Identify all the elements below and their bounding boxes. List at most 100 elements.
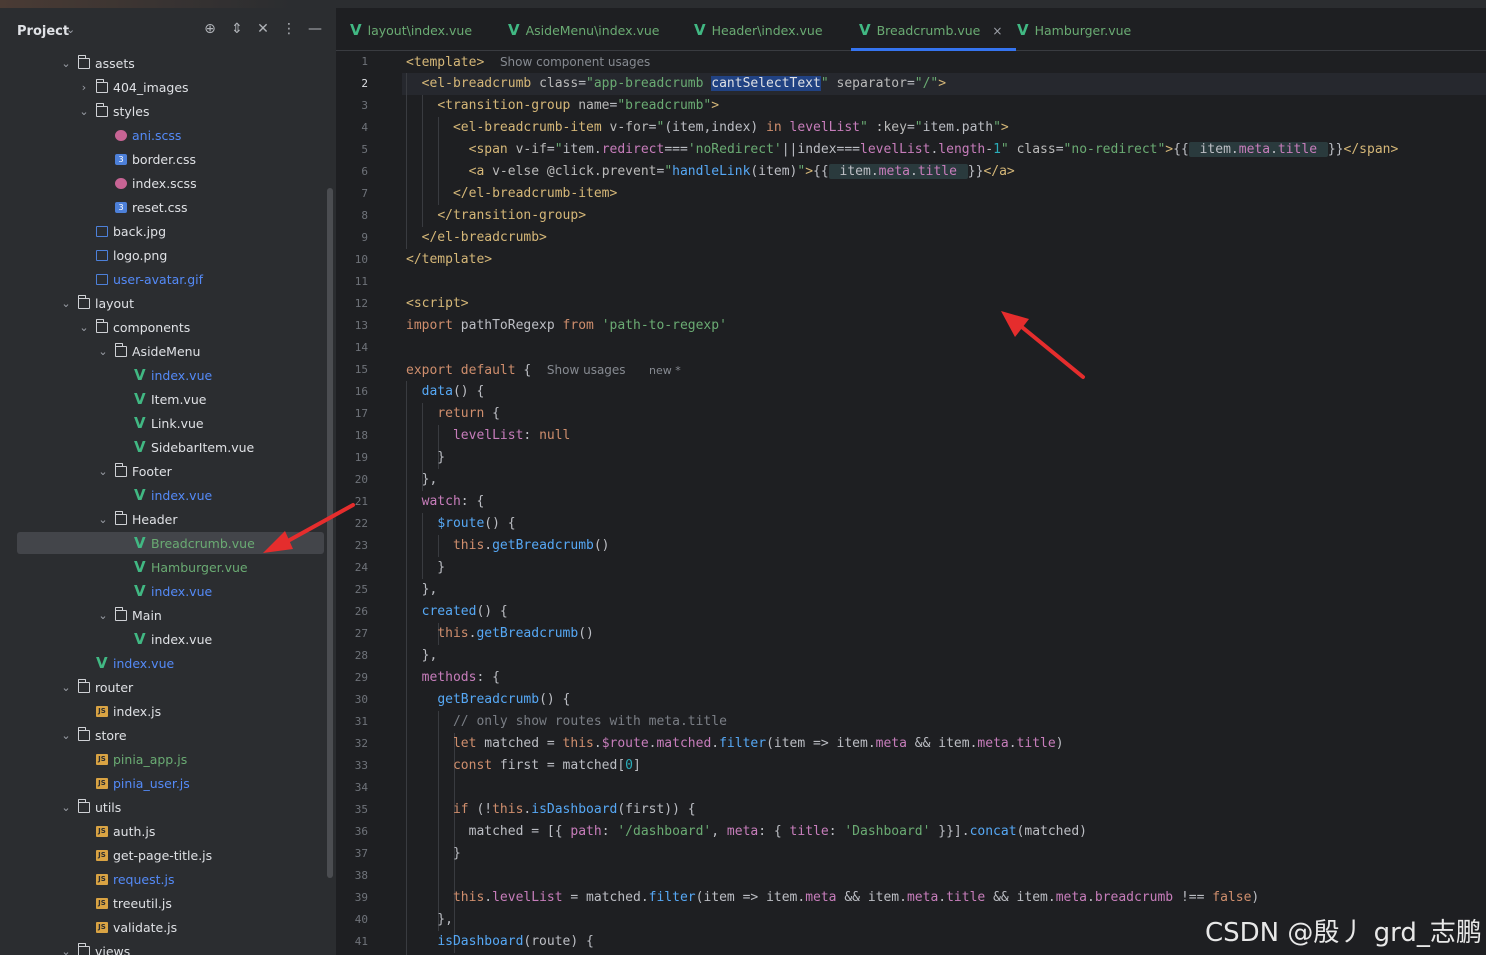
code-line-26: created() { <box>421 604 508 619</box>
chevron-down-icon[interactable]: ⌄ <box>60 724 72 748</box>
tree-item-label: 404_images <box>113 80 189 95</box>
tree-file[interactable]: V Item.vue <box>0 388 336 412</box>
tree-file[interactable]: 3 reset.css <box>0 196 336 220</box>
chevron-down-icon[interactable]: ⌄ <box>60 676 72 700</box>
code-line-16: data() { <box>421 384 485 399</box>
tree-item-label: treeutil.js <box>113 896 172 911</box>
line-number: 19 <box>354 451 368 464</box>
tree-file[interactable]: index.scss <box>0 172 336 196</box>
chevron-down-icon[interactable]: ⌄ <box>97 508 109 532</box>
tree-file[interactable]: JS validate.js <box>0 916 336 940</box>
chevron-right-icon[interactable]: › <box>78 76 90 100</box>
code-line-18: levelList: null <box>452 428 571 443</box>
tree-folder[interactable]: ⌄ utils <box>0 796 336 820</box>
tab-hamburger[interactable]: V Hamburger.vue <box>1017 8 1131 50</box>
js-file-icon: JS <box>96 850 108 861</box>
tree-folder[interactable]: ⌄ assets <box>0 52 336 76</box>
chevron-down-icon[interactable]: ⌄ <box>60 292 72 316</box>
tree-folder[interactable]: ⌄ components <box>0 316 336 340</box>
tree-folder[interactable]: ⌄ styles <box>0 100 336 124</box>
chevron-down-icon[interactable]: ⌄ <box>60 52 72 76</box>
folder-icon <box>78 943 90 955</box>
tree-file[interactable]: JS pinia_app.js <box>0 748 336 772</box>
usages-hint[interactable]: Show component usages <box>500 55 650 69</box>
tree-file[interactable]: V SidebarItem.vue <box>0 436 336 460</box>
tree-folder[interactable]: ⌄ router <box>0 676 336 700</box>
collapse-all-icon[interactable]: ✕ <box>254 20 272 38</box>
line-number: 13 <box>354 319 368 332</box>
locate-target-icon[interactable]: ⊕ <box>201 20 219 38</box>
chevron-down-icon[interactable]: ⌄ <box>66 23 75 36</box>
tree-file[interactable]: ani.scss <box>0 124 336 148</box>
code-editor[interactable]: <template> Show component usages <el-bre… <box>402 51 1486 955</box>
code-line-19: } <box>406 450 446 465</box>
tree-file[interactable]: Vindex.vue <box>0 628 336 652</box>
tab-layout-index[interactable]: Vlayout\index.vue <box>350 8 472 50</box>
close-tab-icon[interactable]: × <box>992 24 1002 38</box>
tree-file[interactable]: JS pinia_user.js <box>0 772 336 796</box>
tab-breadcrumb[interactable]: V Breadcrumb.vue × <box>850 8 1017 51</box>
tree-file[interactable]: V Link.vue <box>0 412 336 436</box>
more-options-icon[interactable]: ⋮ <box>280 20 298 38</box>
usages-hint[interactable]: Show usages <box>547 363 626 377</box>
tree-item-label: Breadcrumb.vue <box>151 536 255 551</box>
code-line-12: <script> <box>406 296 469 311</box>
tree-file[interactable]: JS auth.js <box>0 820 336 844</box>
tree-folder[interactable]: ⌄ layout <box>0 292 336 316</box>
code-line-27: this.getBreadcrumb() <box>437 626 594 641</box>
tree-item-label: index.vue <box>113 656 175 671</box>
tree-file[interactable]: JS treeutil.js <box>0 892 336 916</box>
tree-file[interactable]: JS get-page-title.js <box>0 844 336 868</box>
line-number: 37 <box>354 847 368 860</box>
tree-item-label: components <box>113 320 191 335</box>
tree-file[interactable]: Vindex.vue <box>0 364 336 388</box>
code-line-5: <span v-if="item.redirect==='noRedirect'… <box>468 142 1399 157</box>
tree-file[interactable]: JS index.js <box>0 700 336 724</box>
tree-folder[interactable]: ⌄ Main <box>0 604 336 628</box>
chevron-down-icon[interactable]: ⌄ <box>60 940 72 955</box>
tree-file[interactable]: back.jpg <box>0 220 336 244</box>
project-header: Project ⌄ ⊕ ⇕ ✕ ⋮ — <box>0 8 336 54</box>
vue-file-icon: V <box>134 534 146 552</box>
tree-file[interactable]: Vindex.vue <box>0 580 336 604</box>
tree-file[interactable]: logo.png <box>0 244 336 268</box>
js-file-icon: JS <box>96 898 108 909</box>
chevron-down-icon[interactable]: ⌄ <box>78 316 90 340</box>
line-number: 41 <box>354 935 368 948</box>
tab-header-index[interactable]: V Header\index.vue <box>694 8 823 50</box>
line-number: 36 <box>354 825 368 838</box>
code-line-1: <template> Show component usages <box>406 55 651 70</box>
chevron-down-icon[interactable]: ⌄ <box>60 796 72 820</box>
vue-file-icon: V <box>96 654 108 672</box>
chevron-down-icon[interactable]: ⌄ <box>97 604 109 628</box>
tree-folder[interactable]: ⌄ store <box>0 724 336 748</box>
code-line-29: methods: { <box>421 670 500 685</box>
tree-item-label: styles <box>113 104 150 119</box>
chevron-down-icon[interactable]: ⌄ <box>97 340 109 364</box>
tree-file[interactable]: Vindex.vue <box>0 652 336 676</box>
expand-all-icon[interactable]: ⇕ <box>228 20 246 38</box>
tree-folder[interactable]: › 404_images <box>0 76 336 100</box>
hide-panel-icon[interactable]: — <box>306 20 324 38</box>
tree-item-label: AsideMenu <box>132 344 201 359</box>
tree-item-label: ani.scss <box>132 128 182 143</box>
project-title[interactable]: Project <box>17 24 69 39</box>
tree-item-label: pinia_user.js <box>113 776 190 791</box>
line-number: 20 <box>354 473 368 486</box>
tree-folder[interactable]: ⌄ AsideMenu <box>0 340 336 364</box>
chevron-down-icon[interactable]: ⌄ <box>78 100 90 124</box>
folder-icon <box>78 679 90 693</box>
tree-folder[interactable]: ⌄ Footer <box>0 460 336 484</box>
vue-file-icon: V <box>350 21 362 39</box>
line-number: 3 <box>361 99 368 112</box>
tree-item-label: pinia_app.js <box>113 752 188 767</box>
tree-folder[interactable]: ⌄ views <box>0 940 336 955</box>
tree-file[interactable]: JS request.js <box>0 868 336 892</box>
tree-file[interactable]: 3 border.css <box>0 148 336 172</box>
line-number: 38 <box>354 869 368 882</box>
tree-item-label: validate.js <box>113 920 178 935</box>
tree-item-label: views <box>95 944 131 955</box>
tab-asidemenu-index[interactable]: V AsideMenu\index.vue <box>508 8 659 50</box>
tree-file[interactable]: user-avatar.gif <box>0 268 336 292</box>
chevron-down-icon[interactable]: ⌄ <box>97 460 109 484</box>
